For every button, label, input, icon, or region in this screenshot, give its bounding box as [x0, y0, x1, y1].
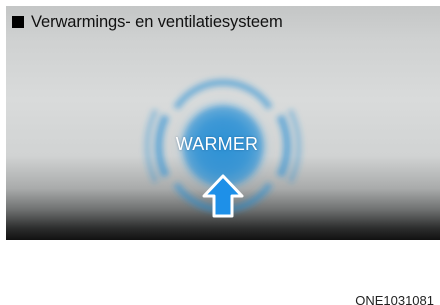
figure-code: ONE1031081 — [355, 293, 434, 305]
warmer-knob-graphic — [144, 78, 302, 218]
warmer-label: WARMER — [175, 134, 259, 154]
dashboard-illustration: Verwarmings- en ventilatiesysteem WARMER — [6, 6, 440, 240]
manual-page: Verwarmings- en ventilatiesysteem WARMER… — [0, 0, 440, 305]
